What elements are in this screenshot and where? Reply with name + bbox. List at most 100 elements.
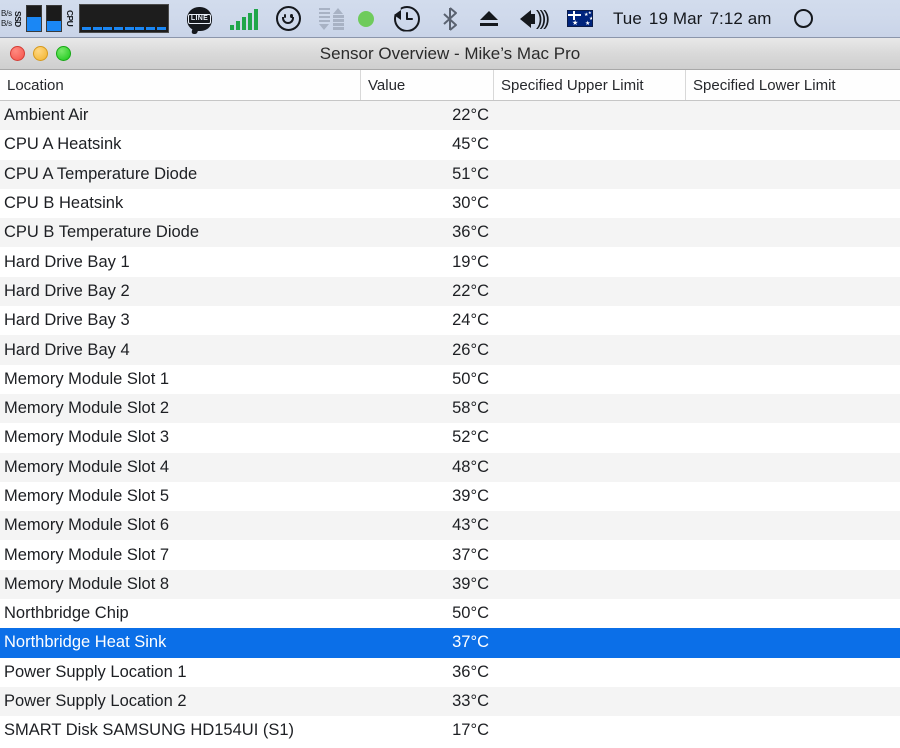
- table-row[interactable]: CPU A Temperature Diode 51°C: [0, 159, 900, 189]
- table-row[interactable]: Memory Module Slot 6 43°C: [0, 511, 900, 541]
- column-header-location[interactable]: Location: [0, 70, 360, 100]
- page-title: Sensor Overview - Mike’s Mac Pro: [319, 43, 581, 63]
- cell-value: 45°C: [452, 135, 489, 154]
- cpu-graph-icon[interactable]: CPU: [64, 0, 169, 37]
- clock-date: 19 Mar: [648, 8, 703, 28]
- cell-location: Northbridge Chip: [4, 604, 129, 623]
- ssd-label: SSD: [12, 10, 23, 27]
- line-app-icon[interactable]: LINE: [186, 0, 212, 37]
- cell-location: Memory Module Slot 2: [4, 399, 170, 418]
- spotlight-search-icon[interactable]: [793, 0, 813, 37]
- table-row[interactable]: Hard Drive Bay 4 26°C: [0, 335, 900, 365]
- menu-bar-clock[interactable]: Tue 19 Mar 7:12 am: [612, 0, 772, 37]
- cell-location: Memory Module Slot 1: [4, 369, 170, 388]
- table-row[interactable]: CPU B Heatsink 30°C: [0, 188, 900, 219]
- volume-icon[interactable]: ))): [519, 0, 550, 37]
- clock-day: Tue: [612, 8, 642, 28]
- cell-value: 17°C: [452, 721, 489, 740]
- line-label: LINE: [187, 13, 212, 24]
- window-title-bar[interactable]: Sensor Overview - Mike’s Mac Pro: [0, 38, 900, 70]
- cell-value: 58°C: [452, 399, 489, 418]
- ssd-gauge-two: [45, 5, 62, 32]
- cell-value: 24°C: [452, 311, 489, 330]
- cell-value: 19°C: [452, 252, 489, 271]
- cell-location: CPU B Heatsink: [4, 194, 124, 213]
- minimize-button[interactable]: [33, 46, 48, 61]
- cell-location: Ambient Air: [4, 106, 89, 125]
- table-row[interactable]: Memory Module Slot 5 39°C: [0, 481, 900, 512]
- table-row[interactable]: Hard Drive Bay 1 19°C: [0, 247, 900, 277]
- cell-location: CPU A Heatsink: [4, 135, 122, 154]
- table-row[interactable]: Hard Drive Bay 3 24°C: [0, 306, 900, 336]
- table-row[interactable]: Memory Module Slot 7 37°C: [0, 540, 900, 570]
- table-row[interactable]: CPU B Temperature Diode 36°C: [0, 218, 900, 248]
- close-button[interactable]: [10, 46, 25, 61]
- cell-location: Power Supply Location 1: [4, 662, 187, 681]
- table-row[interactable]: Northbridge Heat Sink 37°C: [0, 628, 900, 658]
- table-row[interactable]: Power Supply Location 1 36°C: [0, 657, 900, 687]
- bluetooth-icon[interactable]: [442, 0, 458, 37]
- cell-value: 48°C: [452, 457, 489, 476]
- cell-value: 37°C: [452, 633, 489, 652]
- cpu-history-graph: [78, 4, 169, 33]
- australia-flag-icon[interactable]: ★ ★ ★ ★ ★: [566, 0, 593, 37]
- cell-value: 43°C: [452, 516, 489, 535]
- cell-value: 22°C: [452, 106, 489, 125]
- cell-location: Hard Drive Bay 1: [4, 252, 130, 271]
- column-header-value[interactable]: Value: [360, 70, 493, 100]
- cell-value: 22°C: [452, 281, 489, 300]
- cell-location: Hard Drive Bay 3: [4, 311, 130, 330]
- network-traffic-icon[interactable]: [318, 0, 344, 37]
- cell-value: 39°C: [452, 487, 489, 505]
- time-machine-icon[interactable]: [393, 0, 420, 37]
- table-row[interactable]: CPU A Heatsink 45°C: [0, 130, 900, 160]
- cell-value: 30°C: [452, 194, 489, 213]
- cell-value: 36°C: [452, 662, 489, 681]
- cell-location: CPU B Temperature Diode: [4, 223, 200, 242]
- download-speed: B/s: [1, 18, 12, 28]
- upload-speed: B/s: [1, 8, 12, 18]
- cell-location: Memory Module Slot 6: [4, 516, 170, 535]
- cell-value: 50°C: [452, 369, 489, 388]
- column-header-upper-limit[interactable]: Specified Upper Limit: [493, 70, 685, 100]
- table-row[interactable]: SMART Disk SAMSUNG HD154UI (S1) 17°C: [0, 716, 900, 746]
- cell-value: 36°C: [452, 223, 489, 242]
- cell-value: 37°C: [452, 545, 489, 564]
- table-row[interactable]: Ambient Air 22°C: [0, 101, 900, 131]
- table-row[interactable]: Memory Module Slot 1 50°C: [0, 364, 900, 394]
- menu-bar: B/s B/s SSD CPU LINE))) ★ ★ ★ ★ Tue 19 …: [0, 0, 900, 38]
- cell-value: 50°C: [452, 604, 489, 623]
- table-row[interactable]: Memory Module Slot 2 58°C: [0, 393, 900, 424]
- cell-value: 51°C: [452, 164, 489, 183]
- cell-location: Northbridge Heat Sink: [4, 633, 167, 652]
- traffic-lights: [0, 46, 71, 61]
- cell-location: Hard Drive Bay 2: [4, 281, 130, 300]
- cell-location: Power Supply Location 2: [4, 692, 187, 711]
- sensor-overview-window: Sensor Overview - Mike’s Mac Pro Locatio…: [0, 38, 900, 748]
- network-speed-icon[interactable]: B/s B/s: [0, 0, 12, 37]
- table-row[interactable]: Power Supply Location 2 33°C: [0, 686, 900, 717]
- signal-bars-icon[interactable]: [229, 0, 258, 37]
- cell-location: Memory Module Slot 8: [4, 574, 170, 593]
- cell-value: 33°C: [452, 692, 489, 711]
- ssd-gauge-icon[interactable]: SSD: [12, 0, 64, 37]
- cell-location: Memory Module Slot 4: [4, 457, 170, 476]
- cell-value: 52°C: [452, 428, 489, 447]
- cell-location: Memory Module Slot 3: [4, 428, 170, 447]
- table-row[interactable]: Memory Module Slot 8 39°C: [0, 569, 900, 600]
- table-row[interactable]: Northbridge Chip 50°C: [0, 599, 900, 629]
- column-header-lower-limit[interactable]: Specified Lower Limit: [685, 70, 900, 100]
- smiley-icon[interactable]: [275, 0, 301, 37]
- cell-location: CPU A Temperature Diode: [4, 164, 198, 183]
- zoom-button[interactable]: [56, 46, 71, 61]
- table-row[interactable]: Memory Module Slot 3 52°C: [0, 423, 900, 453]
- cpu-label: CPU: [64, 10, 75, 27]
- sensor-table-body: Ambient Air 22°C CPU A Heatsink 45°C CPU A T…: [0, 101, 900, 746]
- cell-location: SMART Disk SAMSUNG HD154UI (S1): [4, 721, 295, 740]
- table-column-headers: Location Value Specified Upper Limit Spe…: [0, 70, 900, 101]
- eject-icon[interactable]: [479, 0, 498, 37]
- table-row[interactable]: Memory Module Slot 4 48°C: [0, 452, 900, 482]
- table-row[interactable]: Hard Drive Bay 2 22°C: [0, 276, 900, 307]
- cell-location: Memory Module Slot 7: [4, 545, 170, 564]
- status-dot-icon[interactable]: [357, 0, 374, 37]
